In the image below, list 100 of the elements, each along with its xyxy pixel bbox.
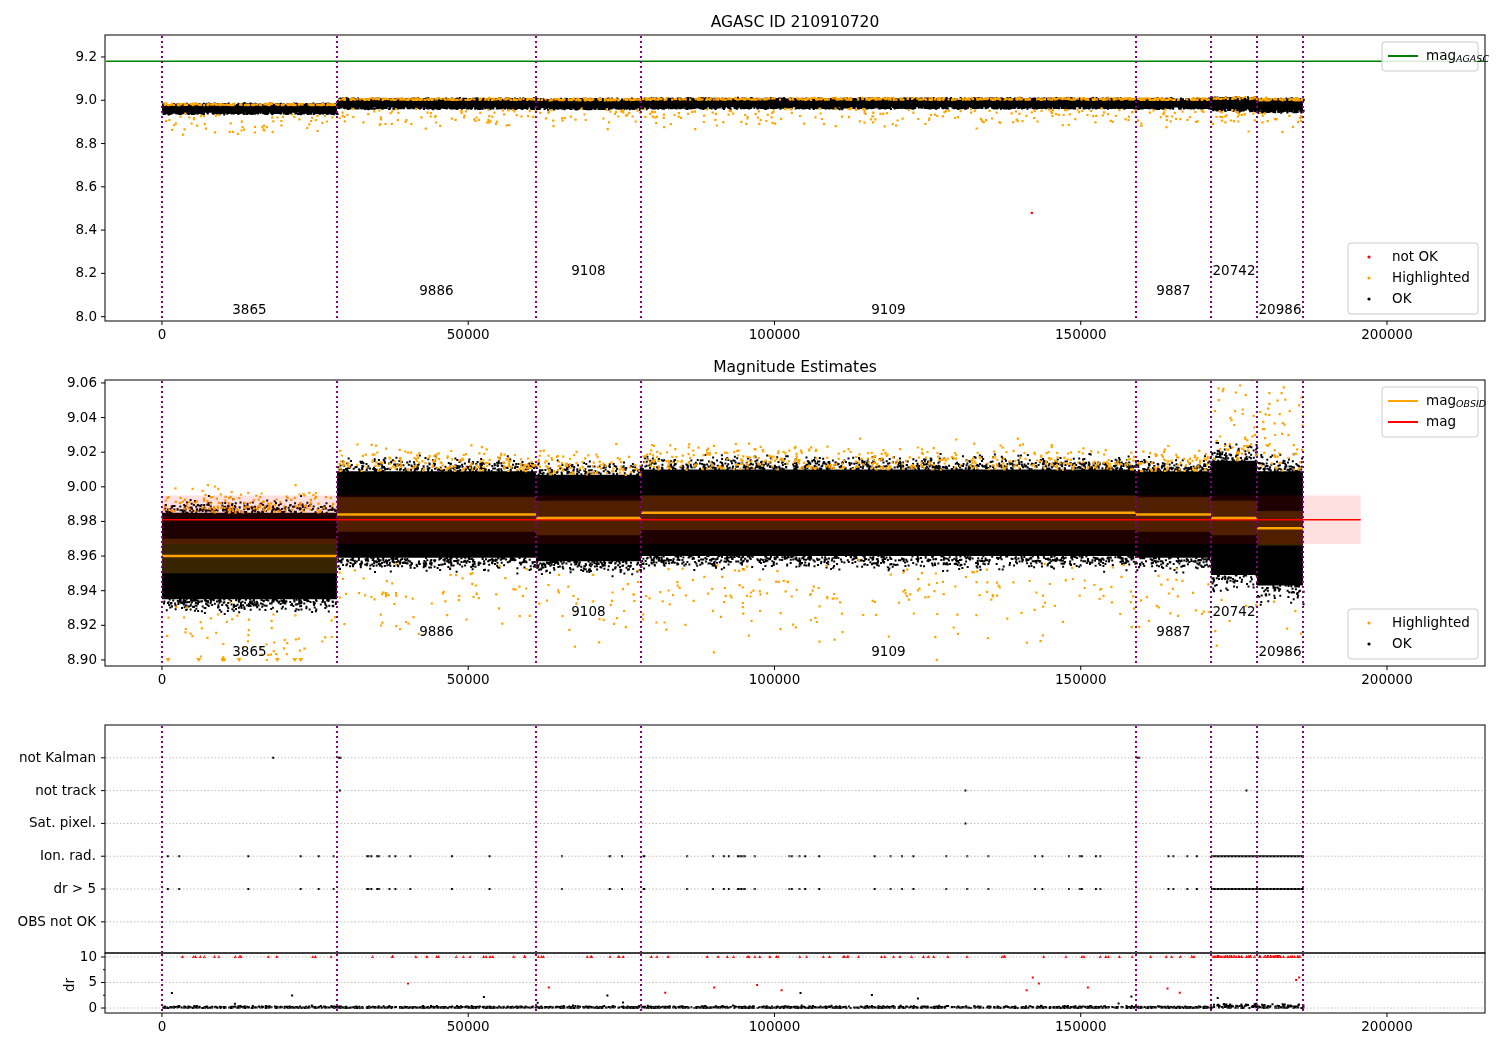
tick-label: 100000 xyxy=(748,671,801,687)
tick-label: Sat. pixel. xyxy=(29,814,96,831)
legend-label: OK xyxy=(1392,290,1412,306)
tick-label: 100000 xyxy=(748,326,801,342)
region-label: 9887 xyxy=(1156,281,1191,298)
tick-label: 8.8 xyxy=(75,134,97,151)
tick-mark xyxy=(100,956,106,958)
tick-mark xyxy=(100,1007,106,1009)
tick-label: 50000 xyxy=(446,326,490,342)
estimate-line xyxy=(1257,527,1303,530)
tick-mark xyxy=(100,451,106,453)
tick-mark xyxy=(467,320,469,326)
region-label: 9887 xyxy=(1156,623,1191,640)
tick-label: 8.90 xyxy=(66,650,97,667)
legend-label: Highlighted xyxy=(1392,269,1470,285)
tick-mark xyxy=(100,56,106,58)
tick-label: 0 xyxy=(157,1018,167,1034)
legend-label: not OK xyxy=(1392,248,1438,264)
region-label: 9886 xyxy=(419,281,454,298)
tick-mark xyxy=(100,855,106,857)
tick-label: OBS not OK xyxy=(17,912,96,929)
tick-label: 9.04 xyxy=(66,408,97,425)
tick-label: 5 xyxy=(88,973,97,990)
tick-mark xyxy=(100,520,106,522)
tick-label: 200000 xyxy=(1361,1018,1413,1034)
tick-mark xyxy=(100,272,106,274)
tick-mark xyxy=(100,316,106,318)
tick-mark xyxy=(100,99,106,101)
tick-mark xyxy=(774,665,775,671)
tick-mark xyxy=(100,659,106,661)
tick-label: 50000 xyxy=(446,1018,490,1034)
tick-mark xyxy=(467,1012,469,1018)
region-label: 20986 xyxy=(1258,643,1302,659)
region-label: 9109 xyxy=(871,301,906,318)
tick-label: 9.00 xyxy=(66,477,97,494)
tick-mark xyxy=(1080,320,1082,326)
chart-title: Magnitude Estimates xyxy=(713,358,877,376)
tick-mark xyxy=(100,790,106,792)
tick-label: 8.2 xyxy=(75,264,97,281)
tick-mark xyxy=(1386,665,1388,671)
tick-mark xyxy=(102,969,106,971)
tick-label: 50000 xyxy=(446,671,490,687)
tick-mark xyxy=(100,590,106,592)
region-label: 9109 xyxy=(871,643,906,659)
tick-mark xyxy=(100,757,106,759)
region-label: 3865 xyxy=(232,643,267,659)
tick-mark xyxy=(100,921,106,923)
tick-mark xyxy=(100,229,106,231)
region-label: 9108 xyxy=(571,262,606,279)
tick-label: 9.2 xyxy=(75,47,97,64)
tick-label: 0 xyxy=(88,999,97,1015)
tick-mark xyxy=(100,186,106,188)
tick-mark xyxy=(100,555,106,557)
tick-label: not track xyxy=(35,781,96,798)
tick-label: dr > 5 xyxy=(53,880,96,897)
tick-label: 8.4 xyxy=(75,221,97,238)
tick-mark xyxy=(774,320,775,326)
tick-mark xyxy=(100,143,106,145)
tick-mark xyxy=(1080,1012,1082,1018)
tick-mark xyxy=(102,994,106,996)
tick-label: Ion. rad. xyxy=(39,847,96,864)
region-label: 9108 xyxy=(571,603,606,619)
tick-label: 9.06 xyxy=(66,373,97,390)
legend-label: Highlighted xyxy=(1392,614,1470,630)
tick-mark xyxy=(100,982,106,983)
region-label: 9886 xyxy=(419,623,454,640)
tick-mark xyxy=(100,888,106,890)
tick-mark xyxy=(161,320,163,326)
tick-mark xyxy=(1080,665,1082,671)
tick-mark xyxy=(1386,320,1388,326)
region-label: 20986 xyxy=(1258,301,1302,318)
tick-label: 150000 xyxy=(1054,1018,1107,1034)
tick-label: 150000 xyxy=(1054,671,1107,687)
tick-label: 8.6 xyxy=(75,177,97,194)
tick-label: 8.92 xyxy=(66,616,97,633)
tick-label: 100000 xyxy=(748,1018,801,1034)
tick-label: 8.94 xyxy=(66,581,97,598)
tick-label: 8.98 xyxy=(66,512,97,529)
tick-label: 200000 xyxy=(1361,671,1413,687)
tick-mark xyxy=(100,382,106,384)
tick-label: 150000 xyxy=(1054,326,1107,342)
legend-label: mag xyxy=(1426,413,1456,429)
axis-label: dr xyxy=(61,978,77,993)
region-label: 3865 xyxy=(232,301,267,318)
legend-label: mag$_{AGASC}$ xyxy=(1426,47,1490,64)
tick-label: 8.96 xyxy=(66,547,97,564)
tick-label: 0 xyxy=(157,671,167,687)
legend-label: OK xyxy=(1392,635,1412,651)
tick-mark xyxy=(774,1012,775,1018)
tick-label: 200000 xyxy=(1361,326,1413,342)
legend-label: mag$_{OBSID}$ xyxy=(1426,392,1487,409)
tick-label: not Kalman xyxy=(18,748,96,765)
tick-mark xyxy=(100,822,106,824)
tick-mark xyxy=(100,417,106,419)
tick-label: 9.0 xyxy=(75,91,97,108)
tick-mark xyxy=(161,1012,163,1018)
tick-mark xyxy=(161,665,163,671)
chart-title: AGASC ID 210910720 xyxy=(710,13,880,31)
tick-label: 9.02 xyxy=(66,443,97,460)
tick-label: 0 xyxy=(157,326,167,342)
